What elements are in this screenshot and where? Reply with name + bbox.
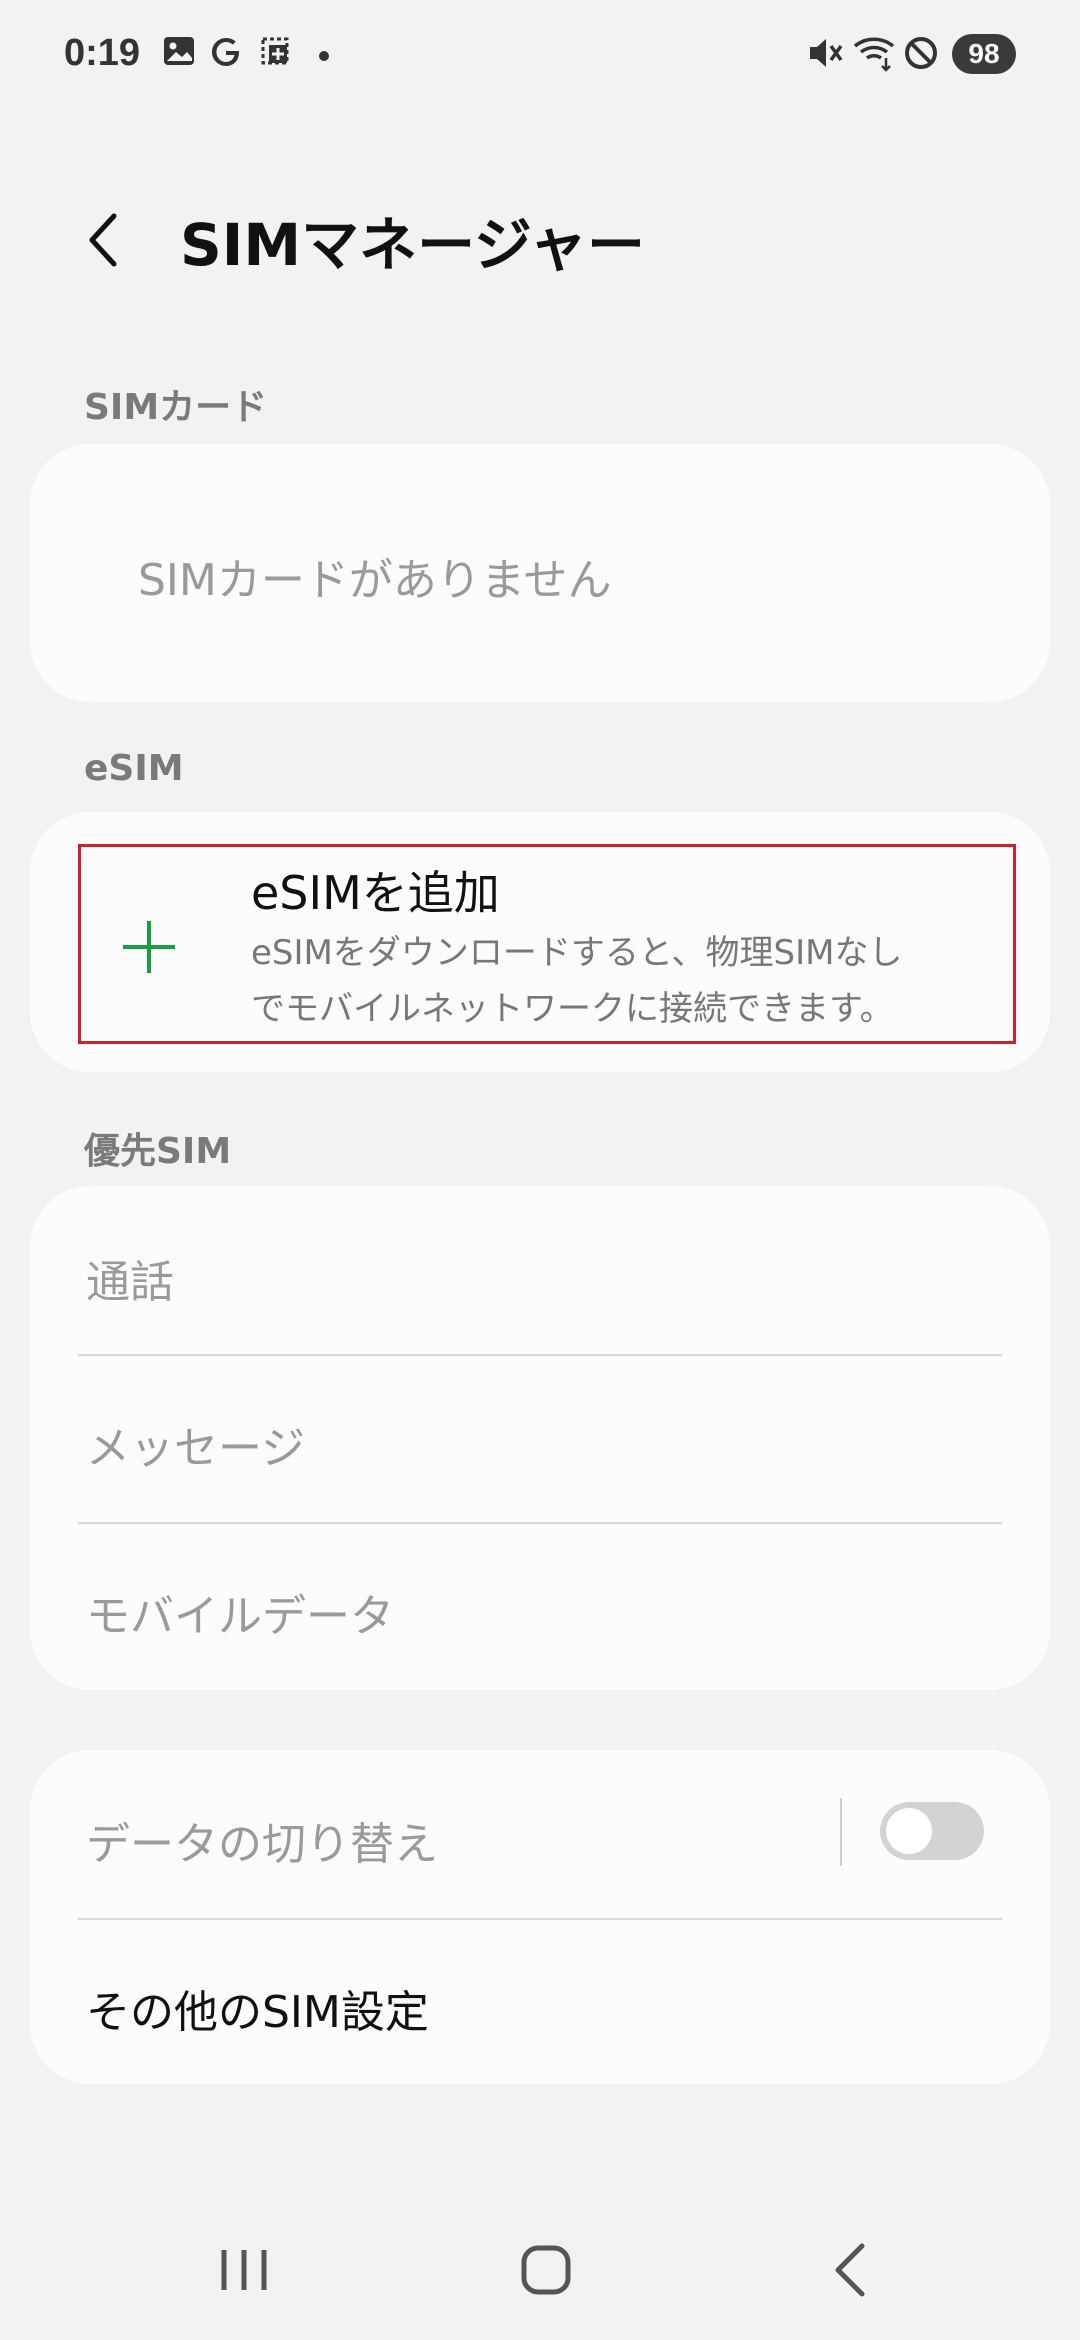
- preferred-sim-mobile-data[interactable]: モバイルデータ: [86, 1580, 394, 1644]
- app-bar: SIMマネージャー: [0, 170, 1080, 310]
- back-icon: [89, 213, 117, 267]
- navigation-bar: [0, 2220, 1080, 2320]
- do-not-disturb-icon: [905, 37, 937, 69]
- sim-card-section-label: SIMカード: [84, 387, 268, 428]
- gallery-icon: [164, 37, 194, 65]
- no-sim-card-text: SIMカードがありません: [138, 555, 612, 606]
- data-switching-label: データの切り替え: [86, 1819, 438, 1870]
- battery-level-badge: 98: [952, 34, 1016, 74]
- data-switching-toggle[interactable]: [880, 1802, 984, 1860]
- more-sim-settings-item[interactable]: その他のSIM設定: [86, 1976, 429, 2040]
- mute-icon: [810, 39, 843, 67]
- screenshot-icon: [261, 37, 289, 65]
- toggle-knob: [886, 1808, 932, 1854]
- back-nav-button[interactable]: [800, 2220, 900, 2320]
- esim-card: eSIMを追加 eSIMをダウンロードすると、物理SIMなし でモバイルネットワ…: [30, 812, 1050, 1072]
- add-esim-description-line1: eSIMをダウンロードすると、物理SIMなし: [251, 933, 903, 973]
- add-esim-description: eSIMをダウンロードすると、物理SIMなし でモバイルネットワークに接続できま…: [251, 925, 991, 1037]
- recent-apps-icon: [221, 2250, 267, 2290]
- wifi-icon: [853, 37, 895, 72]
- esim-section-label: eSIM: [84, 748, 184, 789]
- divider: [840, 1798, 842, 1866]
- home-button[interactable]: [496, 2220, 596, 2320]
- status-bar: 0:19 98: [0, 0, 1080, 110]
- recent-apps-button[interactable]: [194, 2220, 294, 2320]
- preferred-sim-messages[interactable]: メッセージ: [86, 1412, 305, 1476]
- plus-icon: [123, 921, 175, 973]
- page-title: SIMマネージャー: [180, 211, 646, 279]
- divider: [78, 1918, 1002, 1920]
- divider: [78, 1354, 1002, 1356]
- add-esim-title: eSIMを追加: [251, 866, 500, 920]
- preferred-sim-calls[interactable]: 通話: [86, 1246, 174, 1310]
- preferred-sim-card: 通話 メッセージ モバイルデータ: [30, 1186, 1050, 1690]
- dot-icon: [319, 51, 329, 61]
- back-nav-icon: [835, 2243, 865, 2297]
- add-esim-description-line2: でモバイルネットワークに接続できます。: [251, 989, 894, 1029]
- more-settings-card: データの切り替え その他のSIM設定: [30, 1750, 1050, 2084]
- divider: [78, 1522, 1002, 1524]
- preferred-sim-section-label: 優先SIM: [84, 1131, 232, 1172]
- google-icon: [212, 38, 239, 66]
- home-icon: [521, 2245, 571, 2295]
- status-time: 0:19: [64, 32, 141, 74]
- sim-card-card: SIMカードがありません: [30, 444, 1050, 702]
- back-button[interactable]: [70, 200, 140, 280]
- add-esim-button[interactable]: eSIMを追加 eSIMをダウンロードすると、物理SIMなし でモバイルネットワ…: [78, 844, 1016, 1044]
